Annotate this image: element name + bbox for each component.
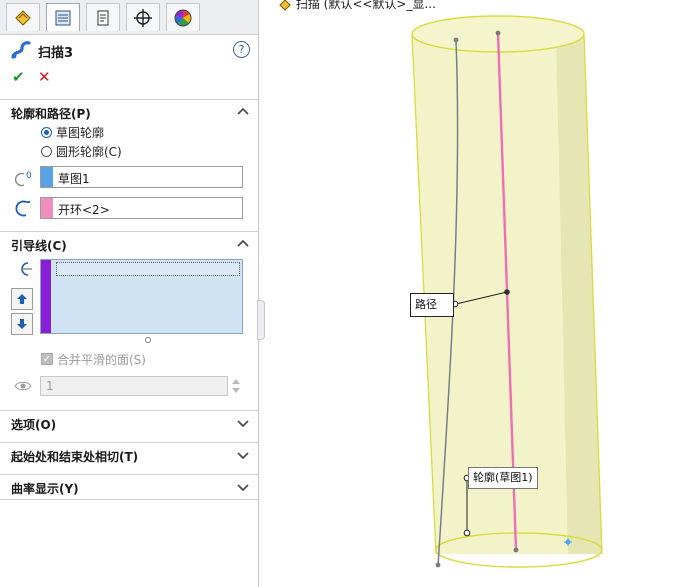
property-manager-panel: 扫描3 ? ✔ ✕ 轮廓和路径(P) 草图轮廓 圆形轮廓(C) 0 草图1 开环…	[0, 0, 259, 587]
spin-value: 1	[46, 379, 54, 393]
dimxpert-manager-icon	[134, 8, 152, 27]
merge-smooth-faces-label: 合并平滑的面(S)	[57, 352, 146, 367]
configuration-manager-icon	[97, 10, 109, 25]
section-curvature-title: 曲率显示(Y)	[11, 482, 79, 496]
section-tangency-header[interactable]: 起始处和结束处相切(T)	[0, 442, 258, 468]
section-curvature-header[interactable]: 曲率显示(Y)	[0, 474, 258, 500]
panel-collapse-handle[interactable]	[257, 300, 265, 340]
graphics-viewport[interactable]: 扫描 (默认<<默认>_显... 路径 轮廓(草图1)	[266, 0, 689, 587]
chevron-down-icon[interactable]	[236, 416, 250, 430]
move-down-button[interactable]	[11, 313, 33, 335]
section-guides-header[interactable]: 引导线(C)	[0, 231, 258, 257]
ok-button[interactable]: ✔	[12, 68, 25, 86]
chevron-down-icon[interactable]	[236, 448, 250, 462]
property-manager-icon	[55, 10, 71, 25]
chevron-up-icon[interactable]	[236, 237, 250, 251]
profile-callout[interactable]: 轮廓(草图1)	[468, 467, 538, 489]
guide-curves-list[interactable]	[40, 259, 243, 334]
eye-icon	[14, 381, 32, 391]
radio-circle-profile[interactable]: 圆形轮廓(C)	[41, 143, 122, 159]
radio-dot[interactable]	[41, 145, 52, 157]
tab-feature-manager[interactable]	[6, 3, 40, 31]
feature-manager-icon	[15, 9, 31, 26]
tab-configuration-manager[interactable]	[86, 3, 120, 31]
path-icon	[15, 200, 30, 217]
profile-callout-anchor	[463, 529, 471, 537]
guide-list-selected-row[interactable]	[56, 262, 240, 276]
arrow-down-icon	[17, 319, 27, 329]
guide-color-bar	[41, 260, 51, 333]
tab-property-manager[interactable]	[46, 3, 80, 31]
guide-curve-icon	[21, 262, 32, 276]
path-bottom-point	[513, 547, 519, 553]
chevron-down-icon[interactable]	[236, 480, 250, 494]
profile-icon: 0	[14, 171, 32, 187]
path-callout[interactable]: 路径	[410, 293, 454, 317]
section-options-header[interactable]: 选项(O)	[0, 410, 258, 436]
display-manager-icon	[174, 9, 192, 26]
section-options-title: 选项(O)	[11, 418, 57, 432]
tab-display-manager[interactable]	[166, 3, 200, 31]
section-guides-title: 引导线(C)	[11, 239, 67, 253]
move-up-button[interactable]	[11, 288, 33, 310]
radio-sketch-profile-label: 草图轮廓	[56, 125, 105, 140]
section-tangency-title: 起始处和结束处相切(T)	[11, 450, 139, 464]
path-top-point	[495, 30, 501, 36]
profile-color-swatch	[41, 167, 53, 187]
section-profile-path-title: 轮廓和路径(P)	[11, 107, 91, 121]
checkbox-checked-disabled[interactable]: ✓	[41, 353, 53, 365]
sweep-model[interactable]	[266, 0, 689, 587]
chevron-up-icon[interactable]	[236, 105, 250, 119]
path-value: 开环<2>	[58, 203, 110, 217]
feature-title: 扫描3	[38, 46, 74, 61]
manager-tab-bar	[0, 0, 258, 35]
section-profile-path-header[interactable]: 轮廓和路径(P)	[0, 99, 258, 125]
sweep-feature-icon	[11, 41, 31, 59]
resize-grip-icon[interactable]	[144, 336, 152, 344]
feature-header: 扫描3 ?	[10, 40, 250, 62]
guide-count-spinbox[interactable]: 1	[40, 376, 228, 396]
merge-smooth-faces-checkbox[interactable]: ✓ 合并平滑的面(S)	[41, 351, 146, 367]
tab-dimxpert-manager[interactable]	[126, 3, 160, 31]
path-color-swatch	[41, 198, 53, 218]
radio-dot-selected[interactable]	[41, 126, 52, 138]
profile-selection-field[interactable]: 草图1	[40, 166, 243, 188]
arrow-up-icon	[17, 294, 27, 304]
cancel-button[interactable]: ✕	[38, 68, 51, 86]
profile-value: 草图1	[58, 172, 90, 186]
help-button[interactable]: ?	[233, 41, 250, 58]
guide-curve-start-point	[435, 562, 441, 568]
radio-circle-profile-label: 圆形轮廓(C)	[56, 144, 122, 159]
radio-sketch-profile[interactable]: 草图轮廓	[41, 124, 104, 140]
svg-text:0: 0	[26, 171, 32, 181]
spin-arrows-icon[interactable]	[229, 376, 243, 396]
guide-curve-end-point	[453, 37, 459, 43]
path-selection-field[interactable]: 开环<2>	[40, 197, 243, 219]
